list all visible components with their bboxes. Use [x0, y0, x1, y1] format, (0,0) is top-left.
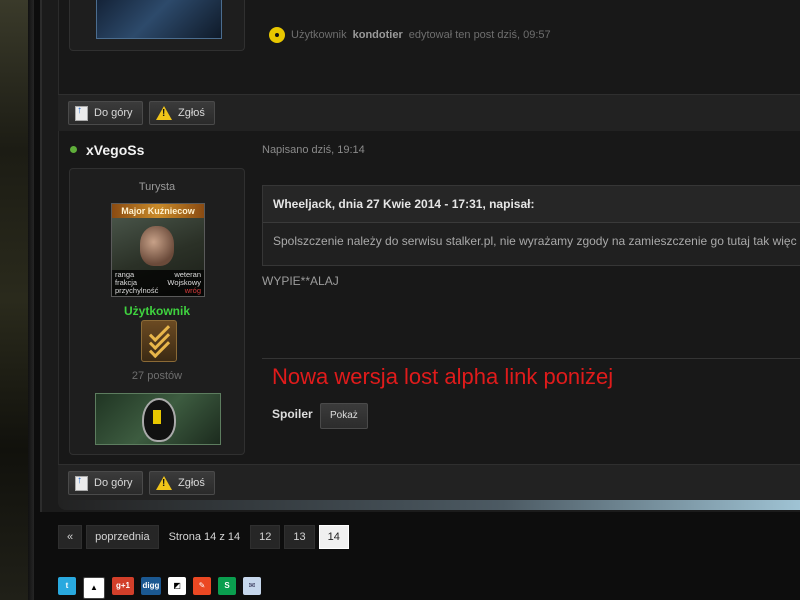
previous-user-badge: [96, 0, 222, 39]
frame-bottom-edge: [58, 500, 800, 510]
back-to-top-button[interactable]: Do góry: [68, 101, 143, 125]
quote-header: Wheeljack, dnia 27 Kwie 2014 - 17:31, na…: [263, 186, 800, 223]
edited-user[interactable]: kondotier: [353, 29, 403, 41]
back-to-top-label: Do góry: [94, 107, 133, 119]
background-left-strip: [0, 0, 34, 600]
post-headline: Nowa wersja lost alpha link poniżej: [272, 364, 614, 389]
avatar-info-attitude-value: wróg: [184, 286, 201, 295]
quote-body: Spolszczenie należy do serwisu stalker.p…: [273, 234, 797, 248]
post-previous: Użytkownik kondotier edytował ten post dzi…: [58, 0, 800, 94]
user-group: Użytkownik: [123, 304, 190, 318]
online-status-icon: [70, 146, 77, 153]
warning-icon: [156, 106, 172, 120]
rank-chevron-icon: [141, 320, 177, 362]
post-actions-bar: Do góry Zgłoś: [58, 464, 800, 502]
share-icon[interactable]: S: [218, 577, 236, 595]
page-link[interactable]: 13: [284, 525, 315, 549]
page-prev-button[interactable]: poprzednia: [86, 525, 159, 549]
edited-notice: Użytkownik kondotier edytował ten post dzi…: [269, 27, 551, 43]
clan-badge: [95, 393, 221, 445]
post: xVegoSs Napisano dziś, 19:14 Turysta Maj…: [58, 131, 800, 464]
twitter-icon[interactable]: t: [58, 577, 76, 595]
avatar-banner: Major Kuźniecow: [112, 204, 204, 218]
back-to-top-icon: [75, 105, 88, 121]
report-button[interactable]: Zgłoś: [149, 471, 215, 495]
post-date[interactable]: Napisano dziś, 19:14: [262, 144, 365, 156]
post-divider: [262, 358, 800, 359]
back-to-top-label: Do góry: [94, 477, 133, 489]
stalker-share-icon[interactable]: ▲: [83, 577, 105, 599]
previous-user-card: [69, 0, 245, 51]
edited-suffix: edytował ten post dziś, 09:57: [408, 29, 551, 41]
avatar-info: ranga weteran frakcja Wojskowy przychyln…: [112, 270, 204, 296]
email-icon[interactable]: ✉: [243, 577, 261, 595]
avatar-info-attitude: przychylność: [115, 286, 159, 295]
page-info: Strona 14 z 14: [168, 531, 241, 543]
stumbleupon-icon[interactable]: ✎: [193, 577, 211, 595]
report-label: Zgłoś: [178, 477, 205, 489]
post-author[interactable]: xVegoSs: [86, 142, 144, 158]
post-text: WYPIE**ALAJ: [262, 274, 339, 288]
google-plus-icon[interactable]: g+1: [112, 577, 134, 595]
edited-prefix: Użytkownik: [291, 29, 347, 41]
radiation-icon: [269, 27, 285, 43]
digg-icon[interactable]: digg: [141, 577, 161, 595]
report-button[interactable]: Zgłoś: [149, 101, 215, 125]
avatar-face: [140, 226, 174, 266]
back-to-top-icon: [75, 475, 88, 491]
user-title: Turysta: [138, 181, 176, 193]
page-first-button[interactable]: «: [58, 525, 83, 549]
page-link[interactable]: 12: [250, 525, 281, 549]
spoiler-show-button[interactable]: Pokaż: [320, 403, 368, 429]
page-current[interactable]: 14: [318, 525, 349, 549]
delicious-icon[interactable]: ◩: [168, 577, 186, 595]
user-post-count: 27 postów: [131, 370, 183, 382]
avatar[interactable]: Major Kuźniecow ranga weteran frakcja Wo…: [111, 203, 205, 297]
report-label: Zgłoś: [178, 107, 205, 119]
shield-icon: [142, 398, 176, 442]
post-actions-bar: Do góry Zgłoś: [58, 94, 800, 132]
share-bar: t ▲ g+1 digg ◩ ✎ S ✉: [58, 577, 261, 599]
warning-icon: [156, 476, 172, 490]
pagination: « poprzednia Strona 14 z 14 12 13 14: [58, 525, 349, 549]
spoiler-label: Spoiler: [272, 407, 313, 421]
user-card: Turysta Major Kuźniecow ranga weteran fr…: [69, 168, 245, 455]
quote-block: Wheeljack, dnia 27 Kwie 2014 - 17:31, na…: [262, 185, 800, 266]
back-to-top-button[interactable]: Do góry: [68, 471, 143, 495]
